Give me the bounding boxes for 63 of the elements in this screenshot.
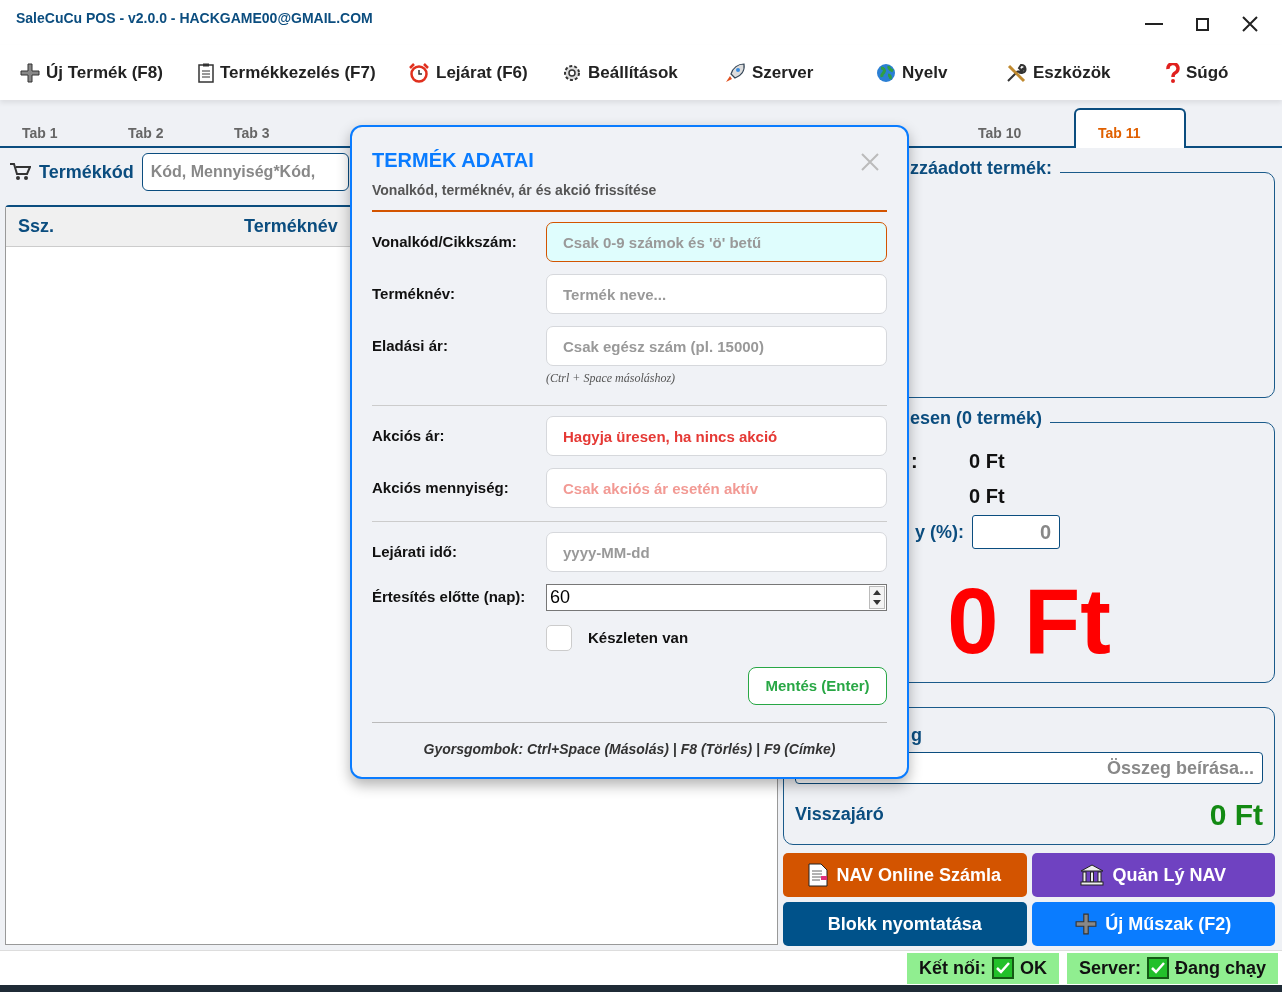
alarm-clock-icon [408,62,430,83]
field-label: Vonalkód/Cikkszám: [372,231,518,252]
field-label: Értesítés előtte (nap): [372,587,527,608]
tools-icon [1005,62,1027,83]
action-button[interactable]: NAV Online Számla [783,853,1027,897]
maximize-icon [1195,17,1209,31]
action-button[interactable]: Új Műszak (F2) [1031,902,1275,946]
menu-item[interactable]: Súgó [1166,59,1229,86]
clipboard-icon [198,62,214,83]
window-title: SaleCuCu POS - v2.0.0 - HACKGAME00@GMAIL.COM [16,9,373,28]
field-label: Lejárati idő: [372,541,458,562]
summary-label: : [911,449,918,472]
checkbox-label: Készleten van [588,627,690,648]
action-button[interactable]: Quản Lý NAV [1031,853,1275,897]
total-amount: 0 Ft [947,575,1111,667]
menu-item[interactable]: Nyelv [876,59,948,86]
change-label: Visszajáró [795,803,884,826]
plus-icon [1075,913,1098,935]
bank-icon [1080,864,1105,886]
checkbox[interactable] [546,625,572,651]
menu-item[interactable]: Eszközök [1005,59,1111,86]
dialog-subtitle: Vonalkód, terméknév, ár és akció frissítése [372,181,658,200]
menu-item[interactable]: Szerver [724,59,814,86]
summary-value: 0 Ft [969,483,1005,509]
field-label: Akciós mennyiség: [372,477,510,498]
menu-item[interactable]: Beállítások [562,59,678,86]
close-icon[interactable] [861,153,879,171]
plus-icon [20,62,40,83]
spinner-icon [869,586,885,609]
minimize-icon [1145,23,1163,25]
status-value: Đang chạy [1174,956,1266,980]
action-button[interactable]: Blokk nyomtatása [783,902,1027,946]
menu-item[interactable]: Új Termék (F8) [20,59,163,86]
rocket-icon [724,62,746,83]
field-label: Terméknév: [372,283,457,304]
discount-label: y (%): [915,521,964,542]
hint-text: (Ctrl + Space másoláshoz) [546,370,677,387]
product-code-field[interactable]: Kód, Mennyiség*Kód, [141,153,349,191]
discount-field[interactable]: 0 [972,515,1060,549]
dialog-title: TERMÉK ADATAI [372,148,534,173]
tab[interactable]: Tab 11 [1074,108,1186,148]
menu-item[interactable]: Termékkezelés (F7) [198,59,376,86]
status-value: OK [1019,956,1047,980]
globe-icon [876,62,896,83]
panel-title: g [911,725,922,745]
document-icon [808,863,829,887]
input-field[interactable]: Csak 0-9 számok és 'ö' betű [546,222,887,262]
summary-value: 0 Ft [969,448,1005,474]
number-field[interactable]: 60 [546,584,887,611]
question-icon [1166,62,1180,83]
status-label: Kết nối: [918,956,986,980]
status-label: Server: [1078,956,1141,980]
menu-item[interactable]: Lejárat (F6) [408,59,528,86]
close-icon [1242,16,1258,32]
tab[interactable]: Tab 10 [956,110,1068,148]
field-label: Akciós ár: [372,425,446,446]
product-code-label: Termékkód [39,160,134,184]
change-amount: 0 Ft [1209,797,1263,833]
column-header: Terméknév [244,215,338,238]
field-label: Eladási ár: [372,335,449,356]
gear-icon [562,62,582,83]
cart-icon [9,162,31,182]
column-header: Ssz. [18,215,55,238]
